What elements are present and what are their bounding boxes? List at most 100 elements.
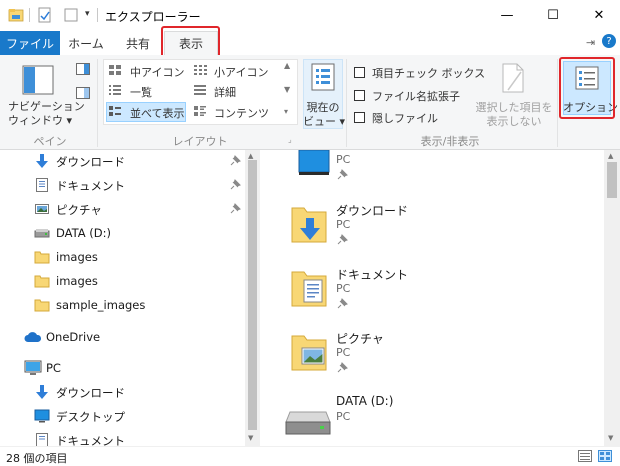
tile-title: ドキュメント [336,268,409,282]
navigation-pane-icon[interactable] [22,65,54,95]
pc-icon [24,360,42,375]
layout-list[interactable]: 一覧 [130,84,152,100]
scroll-thumb[interactable] [607,162,617,198]
details-pane-icon[interactable] [76,87,90,99]
scroll-up-icon[interactable]: ▲ [608,152,613,160]
picture-icon [35,204,49,214]
large-icons-view-icon[interactable] [598,450,612,462]
tile-title: ピクチャ [336,332,384,346]
tile-subtitle: PC [336,153,351,166]
divider [29,8,30,22]
title-bar: ▾ エクスプローラー — ☐ ✕ [0,0,620,31]
ribbon-tab-row: ファイル ホーム 共有 表示 ⇥ ? [0,31,620,56]
explorer-icon[interactable] [8,7,24,23]
nav-item-folder[interactable]: images [0,270,245,294]
scroll-thumb[interactable] [248,160,257,430]
folder-icon [34,275,50,288]
details-view-icon[interactable] [578,450,592,462]
file-extensions-checkbox[interactable] [354,90,365,101]
download-arrow-icon [36,385,48,399]
folder-icon [34,251,50,264]
tab-share[interactable]: 共有 [118,31,158,55]
nav-label: sample_images [56,298,146,312]
tab-home[interactable]: ホーム [66,31,106,55]
layout-details[interactable]: 詳細 [214,84,236,100]
layout-content[interactable]: コンテンツ [214,105,269,121]
file-extensions-label[interactable]: ファイル名拡張子 [372,88,460,104]
nav-item-pictures[interactable]: ピクチャ [0,198,245,222]
dialog-launcher-icon[interactable]: ⌟ [288,135,292,144]
pin-icon [337,234,348,245]
nav-item-documents[interactable]: ドキュメント [0,174,245,198]
tile-item[interactable]: ドキュメント PC [262,262,602,318]
hidden-items-label[interactable]: 隠しファイル [372,110,438,126]
nav-item-pc-desktop[interactable]: デスクトップ [0,405,245,429]
nav-label: ピクチャ [56,203,102,217]
download-arrow-icon [36,154,48,168]
small-icons-icon [193,64,207,76]
show-hide-group-label: 表示/非表示 [420,135,480,148]
nav-item-downloads[interactable]: ダウンロード [0,150,245,174]
pin-icon[interactable] [229,203,241,215]
tile-item[interactable]: PC [262,150,602,190]
nav-label: images [56,274,98,288]
item-checkboxes-label[interactable]: 項目チェック ボックス [372,65,485,81]
pin-icon [337,169,348,180]
scroll-down-icon[interactable]: ▼ [248,434,253,442]
nav-item-folder[interactable]: sample_images [0,294,245,318]
layout-group-label: レイアウト [172,135,228,148]
new-folder-icon[interactable] [63,7,79,23]
status-bar: 28 個の項目 [0,446,620,466]
nav-label: ドキュメント [56,179,125,193]
tile-subtitle: PC [336,410,351,423]
nav-label: PC [46,361,61,375]
help-icon[interactable]: ? [602,34,616,48]
nav-item-folder[interactable]: images [0,246,245,270]
options-highlight [559,57,615,119]
gallery-scroll-up-icon[interactable]: ▲ [284,61,290,70]
desktop-icon [34,409,50,423]
tab-file[interactable]: ファイル [0,31,60,55]
navigation-pane-sublabel[interactable]: ウィンドウ ▾ [8,112,72,128]
tile-item[interactable]: ダウンロード PC [262,198,602,254]
maximize-button[interactable]: ☐ [530,0,576,31]
content-scrollbar[interactable]: ▲ ▼ [604,150,620,446]
minimize-button[interactable]: — [484,0,530,31]
current-view-sublabel[interactable]: ビュー ▾ [303,113,345,129]
layout-tiles[interactable]: 並べて表示 [130,105,185,121]
nav-item-pc-downloads[interactable]: ダウンロード [0,381,245,405]
properties-icon[interactable] [37,7,53,23]
layout-small-icons[interactable]: 小アイコン [214,64,268,80]
group-separator [346,59,347,147]
nav-item-pc[interactable]: PC [0,357,245,381]
item-checkboxes-checkbox[interactable] [354,67,365,78]
hidden-items-checkbox[interactable] [354,112,365,123]
hide-selected-sublabel[interactable]: 表示しない [472,113,556,129]
nav-label: ドキュメント [56,434,125,446]
close-button[interactable]: ✕ [576,0,620,31]
nav-item-onedrive[interactable]: OneDrive [0,326,245,350]
tile-item[interactable]: ピクチャ PC [262,326,602,382]
pin-icon[interactable] [229,179,241,191]
tile-item[interactable]: DATA (D:) PC [262,390,602,446]
scroll-up-icon[interactable]: ▲ [248,152,253,160]
nav-scrollbar[interactable]: ▲ ▼ [245,150,260,446]
ribbon: ナビゲーション ウィンドウ ▾ ペイン 中アイコン 小アイコン 一覧 詳細 並べ… [0,55,620,150]
tile-subtitle: PC [336,346,351,359]
pin-icon[interactable] [229,155,241,167]
nav-item-data-drive[interactable]: DATA (D:) [0,222,245,246]
nav-label: OneDrive [46,330,101,344]
content-icon [193,105,207,117]
details-icon [193,84,207,96]
nav-item-pc-documents[interactable]: ドキュメント [0,429,245,446]
gallery-more-icon[interactable]: ▾ [284,107,288,116]
gallery-scroll-down-icon[interactable]: ▼ [284,85,290,94]
nav-label: images [56,250,98,264]
preview-pane-icon[interactable] [76,63,90,75]
layout-medium-icons[interactable]: 中アイコン [130,64,184,80]
downloads-folder-icon [291,207,327,243]
pin-ribbon-icon[interactable]: ⇥ [586,36,595,49]
desktop-icon [298,150,330,175]
scroll-down-icon[interactable]: ▼ [608,434,613,442]
customize-qat-icon[interactable]: ▾ [85,9,90,19]
